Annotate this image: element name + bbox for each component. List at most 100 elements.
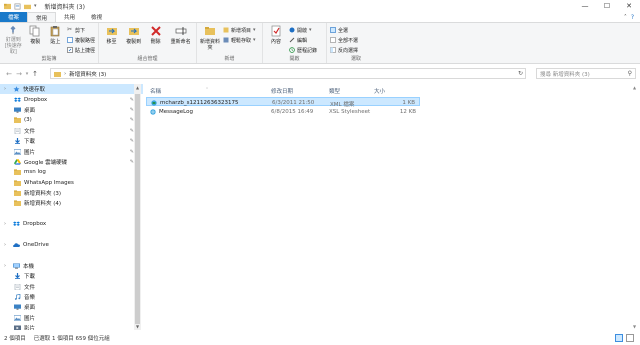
history-button[interactable]: 歷程記錄 [289, 46, 317, 54]
paste-button[interactable]: 貼上 [47, 25, 64, 55]
nav-item[interactable]: 桌面 [0, 302, 143, 312]
nav-scrollbar[interactable]: ▲ ▼ [134, 84, 141, 330]
up-button[interactable]: ↑ [30, 70, 40, 78]
rename-label: 重新命名 [170, 39, 191, 45]
select-none-button[interactable]: 全部不選 [330, 36, 358, 44]
expand-chevron-icon[interactable]: › [4, 263, 10, 269]
column-header-date[interactable]: 修改日期 [271, 87, 293, 95]
nav-item[interactable]: Google 雲端硬碟 ✎ [0, 157, 143, 167]
address-bar[interactable]: › 新增資料夾 (3) ↻ [50, 68, 526, 79]
rename-button[interactable]: 重新命名 [168, 25, 193, 55]
properties-button[interactable]: 內容 [266, 25, 286, 55]
nav-item[interactable]: 新增資料夾 (3) [0, 188, 143, 198]
help-icon[interactable]: ? [631, 14, 634, 21]
nav-item[interactable]: 文件 ✎ [0, 126, 143, 136]
invert-selection-button[interactable]: 反向選擇 [330, 46, 358, 54]
file-scrollbar[interactable]: ▲ ▼ [631, 84, 638, 330]
nav-item-label: 桌面 [24, 107, 36, 114]
organize-group: 移至 複製到 刪除 重新命名 組合管理 [99, 23, 197, 63]
qat-dropdown-icon[interactable]: ▾ [34, 3, 37, 9]
column-header-size[interactable]: 大小 [374, 87, 385, 95]
nav-item[interactable]: 下載 ✎ [0, 136, 143, 146]
history-icon [289, 47, 295, 53]
nav-item[interactable]: › Dropbox [0, 219, 143, 229]
tab-file[interactable]: 檔案 [0, 12, 28, 22]
back-button[interactable]: ← [4, 70, 14, 78]
folder-icon [54, 71, 61, 77]
nav-scroll-thumb[interactable] [135, 94, 140, 324]
nav-item[interactable]: 影片 [0, 323, 143, 330]
xsl-file-icon [150, 108, 156, 115]
select-group-label: 選取 [350, 56, 361, 62]
file-row[interactable]: mcharzb_s12112636323175 6/3/2011 21:50 XML… [146, 97, 420, 108]
cut-label: 剪下 [75, 27, 86, 34]
move-to-button[interactable]: 移至 [102, 25, 121, 55]
file-scroll-down-icon[interactable]: ▼ [631, 324, 638, 329]
close-button[interactable]: ✕ [618, 0, 640, 12]
scroll-down-icon[interactable]: ▼ [134, 324, 141, 329]
nav-item[interactable]: › OneDrive [0, 240, 143, 250]
selection-info: 已選取 1 個項目 659 個位元組 [33, 336, 110, 342]
breadcrumb-current[interactable]: 新增資料夾 (3) [69, 70, 106, 78]
paste-label: 貼上 [50, 39, 61, 45]
breadcrumb-separator-icon: › [64, 70, 67, 77]
computer-icon [13, 263, 20, 269]
new-folder-button[interactable]: 新增資料夾 [200, 25, 220, 55]
nav-item[interactable]: › 本機 [0, 261, 143, 271]
properties-icon[interactable] [14, 3, 21, 10]
file-row[interactable]: MessageLog 6/8/2015 16:49 XSL Stylesheet 12… [146, 107, 420, 116]
search-input[interactable]: 搜尋 新增資料夾 (3) ⚲ [536, 68, 636, 79]
tab-view[interactable]: 檢視 [83, 12, 110, 22]
nav-item-label: 新增資料夾 (3) [24, 191, 62, 198]
nav-item[interactable]: 音樂 [0, 292, 143, 302]
column-header-name[interactable]: 名稱 [150, 87, 161, 95]
nav-item[interactable]: Dropbox ✎ [0, 94, 143, 104]
expand-chevron-icon[interactable]: › [4, 86, 10, 92]
file-date: 6/8/2015 16:49 [271, 108, 314, 115]
cut-button[interactable]: ✂ 剪下 [67, 26, 95, 34]
file-type: XSL Stylesheet [329, 108, 371, 115]
forward-button[interactable]: → [14, 70, 24, 78]
copy-button[interactable]: 複製 [27, 25, 44, 55]
pin-quick-access-button[interactable]: 釘選到 [快速存取] [3, 25, 24, 55]
tab-share[interactable]: 共用 [56, 12, 83, 22]
nav-item[interactable]: › 快速存取 [0, 84, 143, 95]
paste-shortcut-button[interactable]: 貼上捷徑 [67, 46, 95, 54]
download-icon [15, 138, 20, 145]
copy-to-icon [128, 28, 139, 35]
details-view-button[interactable] [615, 334, 623, 342]
new-folder-qat-icon[interactable] [24, 3, 31, 10]
folder-icon [14, 200, 21, 207]
expand-chevron-icon[interactable]: › [4, 221, 10, 227]
nav-item[interactable]: (3) ✎ [0, 115, 143, 125]
nav-item[interactable]: WhatsApp Images [0, 178, 143, 188]
copy-to-label: 複製到 [126, 39, 142, 45]
scroll-up-icon[interactable]: ▲ [134, 85, 141, 90]
select-all-button[interactable]: 全選 [330, 26, 358, 34]
nav-item[interactable]: 新增資料夾 (4) [0, 198, 143, 208]
expand-chevron-icon[interactable]: › [4, 242, 10, 248]
copy-to-button[interactable]: 複製到 [124, 25, 143, 55]
copy-path-button[interactable]: 複製路徑 [67, 36, 95, 44]
nav-item[interactable]: msn log [0, 167, 143, 177]
maximize-button[interactable]: ☐ [596, 0, 618, 12]
refresh-icon[interactable]: ↻ [518, 70, 523, 77]
edit-button[interactable]: 編輯 [289, 36, 317, 44]
tab-home[interactable]: 常用 [27, 12, 57, 22]
nav-item[interactable]: 圖片 [0, 313, 143, 323]
nav-item[interactable]: 文件 [0, 281, 143, 291]
nav-item-label: 文件 [24, 128, 36, 135]
easy-access-button[interactable]: 輕鬆存取 ▾ [223, 36, 256, 44]
nav-item[interactable]: 下載 [0, 271, 143, 281]
large-icons-view-button[interactable] [626, 334, 634, 342]
minimize-button[interactable]: — [574, 0, 596, 12]
file-scroll-up-icon[interactable]: ▲ [631, 85, 638, 90]
open-button[interactable]: 開啟 ▾ [289, 26, 317, 34]
new-item-button[interactable]: 新增項目 ▾ [223, 26, 256, 34]
delete-button[interactable]: 刪除 [146, 25, 165, 55]
column-header-type[interactable]: 類型 [329, 87, 340, 95]
ribbon-collapse-icon[interactable]: ˄ [624, 14, 627, 21]
delete-icon [150, 26, 161, 36]
nav-item[interactable]: 桌面 ✎ [0, 105, 143, 115]
nav-item[interactable]: 圖片 ✎ [0, 146, 143, 156]
